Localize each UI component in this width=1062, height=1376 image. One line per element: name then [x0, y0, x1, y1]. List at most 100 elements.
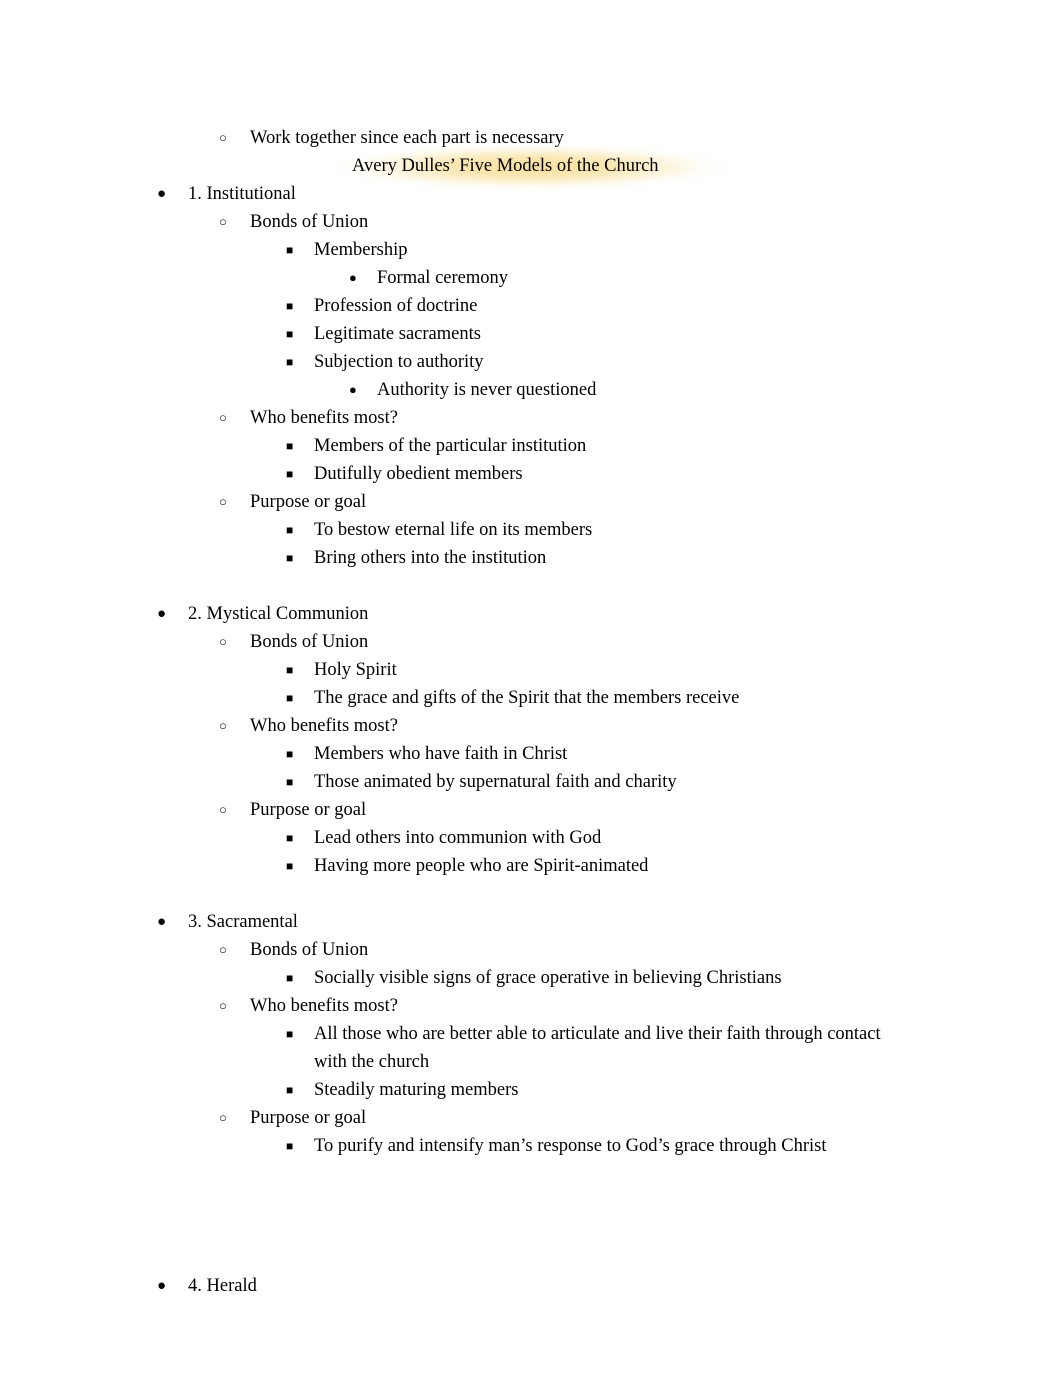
bullet-square-icon: ■: [286, 1027, 294, 1041]
bullet-circle-icon: ○: [219, 130, 227, 145]
bullet-circle-icon: ○: [219, 410, 227, 425]
bullet-circle-icon: ○: [219, 718, 227, 733]
bullet-disc-icon: ●: [349, 382, 357, 397]
list-item-label: Lead others into communion with God: [314, 828, 602, 848]
bullet-square-icon: ■: [286, 747, 294, 761]
list-item: ○ Who benefits most?: [0, 712, 1062, 740]
list-item: ■ The grace and gifts of the Spirit that…: [0, 684, 1062, 712]
section-heading-label: 2. Mystical Communion: [188, 604, 369, 624]
section-heading-label: 3. Sacramental: [188, 912, 298, 932]
bullet-disc-icon: ●: [157, 914, 167, 930]
list-item-label: Work together since each part is necessa…: [250, 128, 564, 148]
bullet-square-icon: ■: [286, 467, 294, 481]
bullet-disc-icon: ●: [349, 270, 357, 285]
list-item: ■ Steadily maturing members: [0, 1076, 1062, 1104]
bullet-square-icon: ■: [286, 691, 294, 705]
bullet-square-icon: ■: [286, 971, 294, 985]
bullet-square-icon: ■: [286, 355, 294, 369]
list-item: ○ Who benefits most?: [0, 404, 1062, 432]
list-item: ■ Membership: [0, 236, 1062, 264]
list-item: ■ Lead others into communion with God: [0, 824, 1062, 852]
bullet-square-icon: ■: [286, 1139, 294, 1153]
list-item-label: Profession of doctrine: [314, 296, 478, 316]
bullet-square-icon: ■: [286, 299, 294, 313]
bullet-circle-icon: ○: [219, 214, 227, 229]
list-item-label: Purpose or goal: [250, 1108, 367, 1128]
section-heading-label: 1. Institutional: [188, 184, 296, 204]
list-item: ■ Members of the particular institution: [0, 432, 1062, 460]
list-item: ● Authority is never questioned: [0, 376, 1062, 404]
bullet-circle-icon: ○: [219, 942, 227, 957]
document-page: ○ Work together since each part is neces…: [0, 0, 1062, 1376]
list-item: ■ Holy Spirit: [0, 656, 1062, 684]
list-item-label: Formal ceremony: [377, 268, 508, 288]
bullet-square-icon: ■: [286, 859, 294, 873]
list-item: ○ Purpose or goal: [0, 1104, 1062, 1132]
list-item: ○ Purpose or goal: [0, 796, 1062, 824]
list-item: ● Formal ceremony: [0, 264, 1062, 292]
list-item-label: Dutifully obedient members: [314, 464, 523, 484]
list-item-label: All those who are better able to articul…: [314, 1024, 881, 1072]
list-item-label: Who benefits most?: [250, 408, 398, 428]
highlighted-title-line: Avery Dulles’ Five Models of the Church: [0, 147, 1062, 187]
bullet-disc-icon: ●: [157, 186, 167, 202]
list-item: ■ Bring others into the institution: [0, 544, 1062, 572]
list-item-label: Legitimate sacraments: [314, 324, 481, 344]
list-item: ■ Dutifully obedient members: [0, 460, 1062, 488]
list-item: ○ Work together since each part is neces…: [0, 124, 1062, 152]
list-item: ○ Bonds of Union: [0, 936, 1062, 964]
bullet-square-icon: ■: [286, 327, 294, 341]
bullet-square-icon: ■: [286, 663, 294, 677]
list-item-label: Purpose or goal: [250, 800, 367, 820]
list-item-label: Socially visible signs of grace operativ…: [314, 968, 782, 988]
bullet-square-icon: ■: [286, 523, 294, 537]
bullet-square-icon: ■: [286, 1083, 294, 1097]
bullet-square-icon: ■: [286, 775, 294, 789]
list-item: ■ To purify and intensify man’s response…: [0, 1132, 1062, 1160]
section-heading-label: 4. Herald: [188, 1276, 257, 1296]
list-item-label: Members of the particular institution: [314, 436, 587, 456]
bullet-circle-icon: ○: [219, 802, 227, 817]
list-item-label: Members who have faith in Christ: [314, 744, 568, 764]
page-title: Avery Dulles’ Five Models of the Church: [352, 156, 659, 176]
list-item-label: To purify and intensify man’s response t…: [314, 1136, 827, 1156]
bullet-circle-icon: ○: [219, 494, 227, 509]
section-spacer-large: [0, 1160, 1062, 1272]
list-item-label: Bonds of Union: [250, 940, 369, 960]
bullet-disc-icon: ●: [157, 606, 167, 622]
list-item-label: Membership: [314, 240, 408, 260]
list-item-label: Subjection to authority: [314, 352, 484, 372]
bullet-circle-icon: ○: [219, 998, 227, 1013]
bullet-disc-icon: ●: [157, 1278, 167, 1294]
outline-list: ○ Work together since each part is neces…: [0, 124, 1062, 1300]
list-item-label: Holy Spirit: [314, 660, 397, 680]
list-item-label: The grace and gifts of the Spirit that t…: [314, 688, 740, 708]
bullet-circle-icon: ○: [219, 1110, 227, 1125]
list-item-label: Bring others into the institution: [314, 548, 547, 568]
bullet-square-icon: ■: [286, 551, 294, 565]
list-item: ■ Those animated by supernatural faith a…: [0, 768, 1062, 796]
list-item-section-2: ● 2. Mystical Communion: [0, 600, 1062, 628]
list-item-wrapped: ■ All those who are better able to artic…: [0, 1020, 1062, 1076]
list-item: ■ To bestow eternal life on its members: [0, 516, 1062, 544]
list-item: ■ Legitimate sacraments: [0, 320, 1062, 348]
list-item: ○ Purpose or goal: [0, 488, 1062, 516]
list-item: ■ Members who have faith in Christ: [0, 740, 1062, 768]
list-item-section-3: ● 3. Sacramental: [0, 908, 1062, 936]
list-item: ■ Profession of doctrine: [0, 292, 1062, 320]
list-item-label: Who benefits most?: [250, 716, 398, 736]
list-item: ○ Bonds of Union: [0, 208, 1062, 236]
list-item: ○ Who benefits most?: [0, 992, 1062, 1020]
list-item-label: Who benefits most?: [250, 996, 398, 1016]
list-item: ■ Having more people who are Spirit-anim…: [0, 852, 1062, 880]
list-item-label: Bonds of Union: [250, 632, 369, 652]
list-item-label: Steadily maturing members: [314, 1080, 519, 1100]
list-item-section-1: ● 1. Institutional: [0, 180, 1062, 208]
bullet-square-icon: ■: [286, 439, 294, 453]
list-item-label: To bestow eternal life on its members: [314, 520, 593, 540]
bullet-circle-icon: ○: [219, 634, 227, 649]
list-item: ○ Bonds of Union: [0, 628, 1062, 656]
list-item-label: Bonds of Union: [250, 212, 369, 232]
